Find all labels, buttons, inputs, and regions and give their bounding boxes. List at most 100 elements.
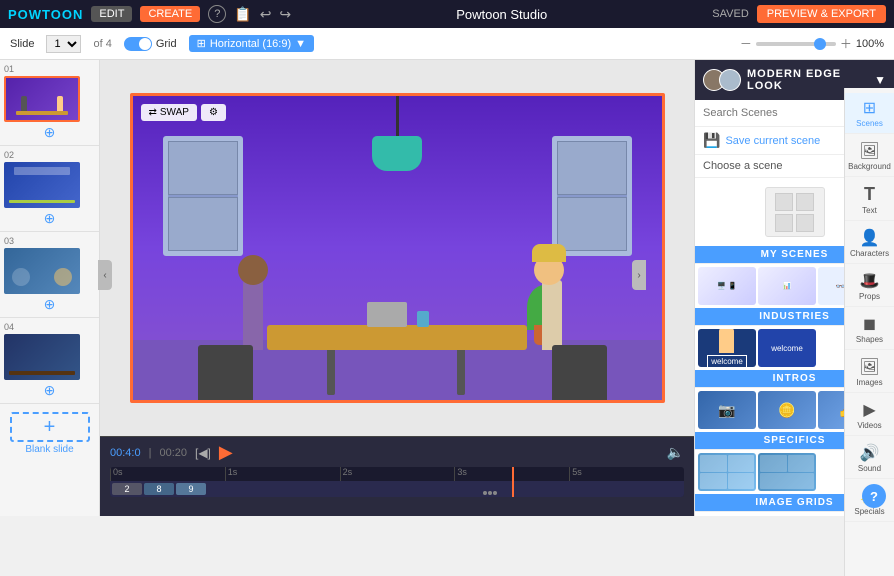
- timeline-block-8[interactable]: 8: [144, 483, 174, 495]
- toolbar: Slide 1234 of 4 Grid ⊞ Horizontal (16:9)…: [0, 28, 894, 60]
- videos-nav-icon: ▶: [863, 400, 875, 420]
- videos-nav-label: Videos: [857, 421, 881, 430]
- specific-thumb-coin[interactable]: 🪙: [758, 391, 816, 429]
- style-dropdown-icon[interactable]: ▼: [874, 73, 886, 87]
- help-button[interactable]: ?: [862, 484, 886, 508]
- slide-add-icon-2[interactable]: ⊕: [44, 210, 56, 227]
- zoom-slider[interactable]: [756, 42, 836, 46]
- my-scenes-label: MY SCENES: [761, 249, 829, 260]
- nav-background[interactable]: 🖼 Background: [845, 136, 894, 177]
- blank-slide-label: Blank slide: [25, 444, 73, 455]
- specifics-label: SPECIFICS: [764, 435, 826, 446]
- slide-add-icon-3[interactable]: ⊕: [44, 296, 56, 313]
- slide-thumb-4[interactable]: 04 ⊕: [0, 318, 99, 404]
- props-nav-icon: 🎩: [860, 271, 880, 291]
- swap-label: SWAP: [160, 107, 189, 118]
- aspect-ratio-button[interactable]: ⊞ Horizontal (16:9) ▼: [189, 35, 314, 52]
- ruler-2s: 2s: [340, 467, 455, 481]
- slide-num-3: 03: [4, 236, 95, 246]
- timeline-controls: 00:4:0 | 00:20 [◀] ▶ 🔈: [110, 442, 684, 463]
- nav-shapes[interactable]: ◼ Shapes: [845, 309, 894, 350]
- character-left[interactable]: [223, 230, 283, 350]
- canvas-controls: ⇄ SWAP ⚙: [141, 104, 226, 121]
- nav-characters[interactable]: 👤 Characters: [845, 223, 894, 264]
- timeline-blocks: 2 8 9: [110, 481, 208, 497]
- characters-nav-icon: 👤: [860, 228, 880, 248]
- ratio-icon: ⊞: [197, 37, 206, 50]
- frame-back-button[interactable]: [◀]: [195, 446, 211, 460]
- preview-export-button[interactable]: PREVIEW & EXPORT: [757, 5, 886, 23]
- slide-preview-1: [4, 76, 80, 122]
- specific-thumb-camera[interactable]: 📷: [698, 391, 756, 429]
- nav-scenes[interactable]: ⊞ Scenes: [845, 93, 894, 134]
- scene-settings-button[interactable]: ⚙: [201, 104, 226, 121]
- nav-text[interactable]: T Text: [845, 179, 894, 221]
- slide-num-2: 02: [4, 150, 95, 160]
- chair-left: [198, 345, 253, 400]
- nav-props[interactable]: 🎩 Props: [845, 266, 894, 307]
- character-right[interactable]: [522, 230, 582, 350]
- slide-num-1: 01: [4, 64, 95, 74]
- intro-thumb-1[interactable]: welcome: [698, 329, 756, 367]
- zoom-minus-icon[interactable]: －: [740, 35, 752, 52]
- sound-nav-label: Sound: [858, 464, 881, 473]
- play-button[interactable]: ▶: [219, 442, 233, 463]
- undo-icon[interactable]: ↩: [260, 6, 272, 23]
- slide-thumb-1[interactable]: 01 ⊕: [0, 60, 99, 146]
- nav-images[interactable]: 🖼 Images: [845, 352, 894, 393]
- industry-thumb-1[interactable]: 🖥️ 📱: [698, 267, 756, 305]
- main-canvas[interactable]: ⇄ SWAP ⚙: [130, 93, 665, 403]
- industry-thumb-2[interactable]: 📊: [758, 267, 816, 305]
- ratio-label: Horizontal (16:9): [210, 38, 291, 50]
- nav-sound[interactable]: 🔊 Sound: [845, 438, 894, 479]
- slide-add-icon-4[interactable]: ⊕: [44, 382, 56, 399]
- slide-num-4: 04: [4, 322, 95, 332]
- timeline-bar[interactable]: 0s 1s 2s 3s 5s 2 8 9: [110, 467, 684, 497]
- slide-thumb-3[interactable]: 03 ⊕: [0, 232, 99, 318]
- slide-preview-4: [4, 334, 80, 380]
- slide-preview-2: [4, 162, 80, 208]
- timeline-block-2[interactable]: 2: [112, 483, 142, 495]
- timeline: 00:4:0 | 00:20 [◀] ▶ 🔈 0s 1s 2s 3s 5s 2: [100, 436, 694, 516]
- specials-nav-label: Specials: [854, 507, 884, 516]
- grid-toggle[interactable]: [124, 37, 152, 51]
- characters-nav-label: Characters: [850, 249, 889, 258]
- grid-label: Grid: [156, 38, 177, 50]
- image-grids-label: IMAGE GRIDS: [755, 497, 833, 508]
- grid-toggle-container: Grid: [124, 37, 177, 51]
- slide-add-icon-1[interactable]: ⊕: [44, 124, 56, 141]
- timeline-block-9[interactable]: 9: [176, 483, 206, 495]
- slide-number-select[interactable]: 1234: [46, 35, 81, 53]
- images-nav-icon: 🖼: [859, 357, 879, 377]
- scenes-nav-label: Scenes: [856, 119, 883, 128]
- help-icon[interactable]: ?: [208, 5, 226, 23]
- saved-status: SAVED: [712, 8, 748, 20]
- background-nav-icon: 🖼: [859, 141, 879, 161]
- intros-label: INTROS: [773, 373, 817, 384]
- nav-videos[interactable]: ▶ Videos: [845, 395, 894, 436]
- current-time-display: 00:4:0: [110, 447, 141, 459]
- text-nav-icon: T: [864, 184, 875, 205]
- edit-button[interactable]: EDIT: [91, 6, 132, 22]
- expand-right-panel-button[interactable]: ›: [632, 260, 646, 290]
- zoom-plus-icon[interactable]: ＋: [840, 35, 852, 52]
- current-scene-preview: [765, 187, 825, 237]
- welcome-text: welcome: [707, 355, 747, 367]
- swap-button[interactable]: ⇄ SWAP: [141, 104, 197, 121]
- settings-icon: ⚙: [209, 107, 218, 118]
- doc-icon[interactable]: 📋: [234, 6, 251, 23]
- shapes-nav-icon: ◼: [863, 314, 876, 334]
- collapse-left-panel-button[interactable]: ‹: [98, 260, 112, 290]
- volume-button[interactable]: 🔈: [667, 444, 684, 461]
- redo-icon[interactable]: ↪: [279, 6, 291, 23]
- swap-icon: ⇄: [149, 107, 157, 118]
- intro-thumb-2[interactable]: welcome: [758, 329, 816, 367]
- slide-thumb-2[interactable]: 02 ⊕: [0, 146, 99, 232]
- timeline-playhead: [512, 467, 514, 497]
- search-scenes-input[interactable]: [703, 107, 866, 119]
- avatar-group: [703, 69, 741, 91]
- create-button[interactable]: CREATE: [140, 6, 200, 22]
- image-grid-thumb-1[interactable]: [698, 453, 756, 491]
- image-grid-thumb-2[interactable]: [758, 453, 816, 491]
- add-blank-slide[interactable]: + Blank slide: [0, 404, 99, 463]
